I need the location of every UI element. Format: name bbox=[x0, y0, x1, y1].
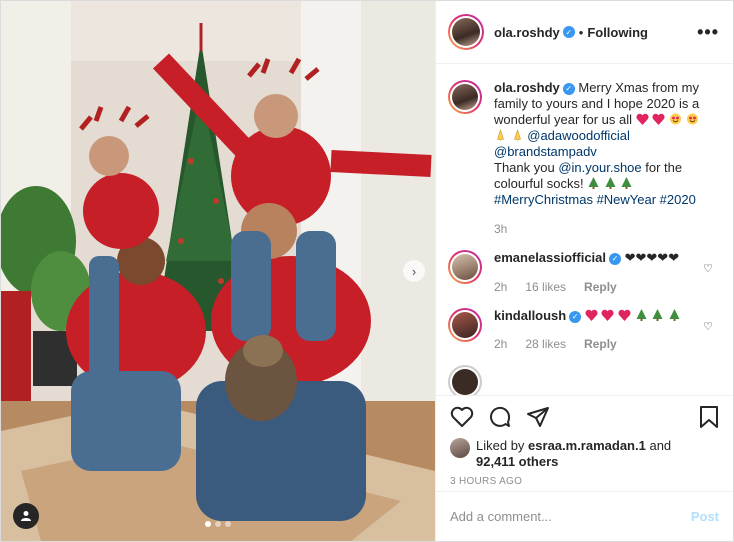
carousel-dot bbox=[205, 521, 211, 527]
comment-username[interactable]: kindalloush bbox=[494, 308, 566, 323]
comment-item: kindalloush ✓ 2h 28 likes Reply ♡ bbox=[448, 308, 721, 351]
action-icons bbox=[450, 402, 719, 432]
comment-text: ❤❤❤❤❤ bbox=[624, 250, 680, 265]
bookmark-icon[interactable] bbox=[699, 405, 719, 429]
like-heart-icon[interactable] bbox=[450, 406, 474, 428]
avatar[interactable] bbox=[448, 308, 482, 342]
reply-button[interactable]: Reply bbox=[584, 337, 617, 351]
post-actions: Liked by esraa.m.ramadan.1 and 92,411 ot… bbox=[436, 395, 733, 491]
instagram-post-modal: › ola.roshdy ✓ • Following ••• ola.roshd… bbox=[0, 0, 734, 542]
avatar[interactable] bbox=[448, 365, 482, 395]
red-heart-emoji-icon bbox=[585, 309, 598, 321]
caption-username[interactable]: ola.roshdy bbox=[494, 80, 560, 95]
following-button[interactable]: Following bbox=[587, 25, 648, 40]
mention-link[interactable]: @adawoodofficial bbox=[527, 128, 630, 143]
liked-by-prefix: Liked by bbox=[476, 438, 525, 453]
like-comment-icon[interactable]: ♡ bbox=[703, 262, 713, 275]
comment-meta: 2h 16 likes Reply bbox=[494, 280, 694, 294]
caption-text: Thank you bbox=[494, 160, 555, 175]
tagged-users-button[interactable] bbox=[13, 503, 39, 529]
comment-input[interactable] bbox=[450, 509, 691, 524]
christmas-tree-emoji-icon bbox=[669, 309, 680, 321]
carousel-dot bbox=[215, 521, 221, 527]
mention-link[interactable]: @brandstampadv bbox=[494, 144, 597, 159]
carousel-dots bbox=[205, 521, 231, 527]
separator-dot: • bbox=[578, 24, 584, 40]
comment-item: emanelassiofficial ✓ ❤❤❤❤❤ 2h 16 likes Re… bbox=[448, 250, 721, 294]
verified-icon: ✓ bbox=[569, 310, 582, 323]
comment-meta: 2h 28 likes Reply bbox=[494, 337, 694, 351]
comment-time[interactable]: 2h bbox=[494, 337, 507, 351]
christmas-tree-emoji-icon bbox=[621, 177, 632, 189]
christmas-tree-emoji-icon bbox=[652, 309, 663, 321]
like-comment-icon[interactable]: ♡ bbox=[703, 320, 713, 333]
verified-icon: ✓ bbox=[609, 252, 621, 265]
liker-avatar[interactable] bbox=[450, 438, 470, 458]
avatar[interactable] bbox=[448, 14, 484, 50]
avatar[interactable] bbox=[448, 80, 482, 114]
praying-hands-emoji-icon bbox=[497, 129, 504, 141]
heart-eyes-emoji-icon bbox=[669, 113, 681, 125]
post-side-panel: ola.roshdy ✓ • Following ••• ola.roshdy ✓… bbox=[435, 1, 733, 541]
red-heart-emoji-icon bbox=[601, 309, 614, 321]
likes-count[interactable]: 92,411 others bbox=[476, 454, 558, 469]
comment-likes[interactable]: 28 likes bbox=[525, 337, 566, 351]
post-photo bbox=[1, 1, 435, 541]
post-header: ola.roshdy ✓ • Following ••• bbox=[436, 1, 733, 64]
comment-likes[interactable]: 16 likes bbox=[525, 280, 566, 294]
verified-icon: ✓ bbox=[562, 83, 575, 95]
post-media[interactable]: › bbox=[1, 1, 435, 541]
liked-by: Liked by esraa.m.ramadan.1 and 92,411 ot… bbox=[450, 438, 719, 470]
caption: ola.roshdy ✓ Merry Xmas from my family to… bbox=[448, 80, 721, 208]
red-heart-emoji-icon bbox=[636, 113, 649, 125]
header-username[interactable]: ola.roshdy bbox=[494, 25, 560, 40]
red-heart-emoji-icon bbox=[618, 309, 631, 321]
more-options-icon[interactable]: ••• bbox=[697, 22, 719, 43]
comments-list[interactable]: ola.roshdy ✓ Merry Xmas from my family to… bbox=[436, 64, 733, 395]
verified-icon: ✓ bbox=[562, 26, 575, 38]
post-timestamp[interactable]: 3 HOURS AGO bbox=[450, 476, 719, 487]
hashtags[interactable]: #MerryChristmas #NewYear #2020 bbox=[494, 192, 696, 207]
heart-eyes-emoji-icon bbox=[686, 113, 698, 125]
red-heart-emoji-icon bbox=[652, 113, 665, 125]
christmas-tree-emoji-icon bbox=[588, 177, 599, 189]
mention-link[interactable]: @in.your.shoe bbox=[558, 160, 641, 175]
share-paper-plane-icon[interactable] bbox=[526, 405, 550, 429]
liked-by-joiner: and bbox=[649, 438, 672, 453]
post-comment-button[interactable]: Post bbox=[691, 509, 719, 524]
liker-username[interactable]: esraa.m.ramadan.1 bbox=[528, 438, 646, 453]
christmas-tree-emoji-icon bbox=[605, 177, 616, 189]
praying-hands-emoji-icon bbox=[513, 129, 521, 141]
next-photo-button[interactable]: › bbox=[403, 260, 425, 282]
person-icon bbox=[21, 511, 31, 521]
add-comment-bar: Post bbox=[436, 491, 733, 541]
comment-item-partial bbox=[448, 365, 721, 395]
comment-body: kindalloush ✓ 2h 28 likes Reply bbox=[494, 308, 694, 351]
comment-time[interactable]: 2h bbox=[494, 280, 507, 294]
carousel-dot bbox=[225, 521, 231, 527]
reply-button[interactable]: Reply bbox=[584, 280, 617, 294]
caption-time[interactable]: 3h bbox=[494, 222, 721, 236]
comment-bubble-icon[interactable] bbox=[488, 405, 512, 429]
caption-body: ola.roshdy ✓ Merry Xmas from my family to… bbox=[494, 80, 714, 208]
comment-username[interactable]: emanelassiofficial bbox=[494, 250, 606, 265]
christmas-tree-emoji-icon bbox=[636, 309, 647, 321]
comment-body: emanelassiofficial ✓ ❤❤❤❤❤ 2h 16 likes Re… bbox=[494, 250, 694, 294]
avatar[interactable] bbox=[448, 250, 482, 284]
